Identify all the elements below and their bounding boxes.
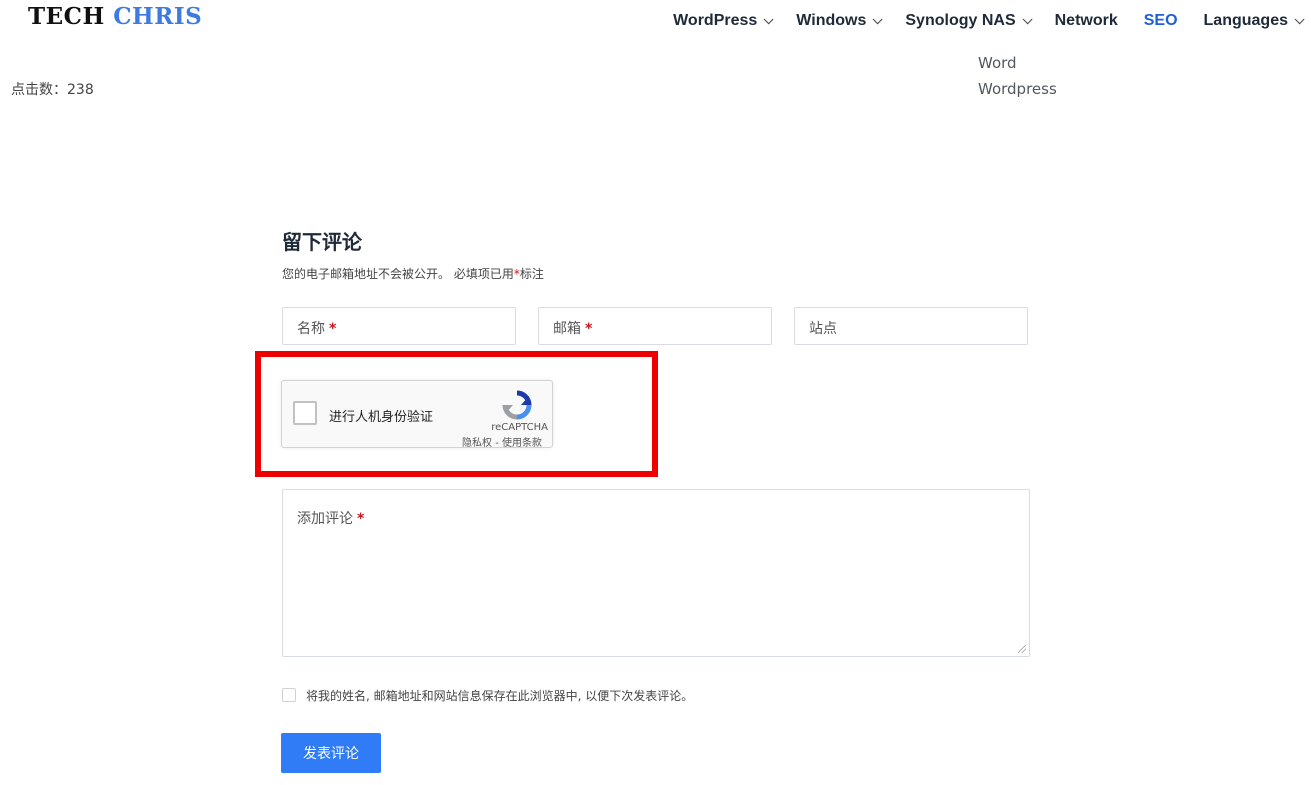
- comment-notes: 您的电子邮箱地址不会被公开。 必填项已用*标注: [282, 265, 544, 282]
- comment-textarea[interactable]: 添加评论 *: [282, 489, 1030, 657]
- email-field[interactable]: 邮箱 *: [538, 307, 772, 345]
- nav-item-wordpress[interactable]: WordPress: [673, 12, 774, 30]
- required-star: *: [585, 321, 593, 337]
- nav-item-network[interactable]: Network: [1055, 12, 1118, 30]
- required-star: *: [329, 321, 337, 337]
- recaptcha-highlight-box: [255, 351, 658, 477]
- notes-prefix: 您的电子邮箱地址不会被公开。 必填项已用: [282, 267, 514, 281]
- notes-suffix: 标注: [519, 267, 544, 281]
- save-info-label: 将我的姓名, 邮箱地址和网站信息保存在此浏览器中, 以便下次发表评论。: [306, 689, 694, 703]
- nav-item-languages[interactable]: Languages: [1203, 12, 1305, 30]
- nav-item-label: Synology NAS: [905, 12, 1016, 29]
- nav-item-label: SEO: [1143, 12, 1178, 29]
- tag-link-wordpress[interactable]: Wordpress: [978, 80, 1057, 98]
- name-placeholder: 名称: [297, 321, 325, 337]
- save-info-checkbox[interactable]: [282, 688, 296, 702]
- nav-item-label: WordPress: [673, 12, 758, 29]
- nav-item-windows[interactable]: Windows: [796, 12, 883, 30]
- nav-item-label: Languages: [1203, 12, 1288, 29]
- main-nav: WordPress Windows Synology NAS Network S…: [647, 12, 1305, 30]
- nav-item-label: Network: [1054, 12, 1118, 29]
- click-count: 点击数：238: [11, 82, 94, 98]
- nav-item-seo[interactable]: SEO: [1144, 12, 1178, 30]
- required-star: *: [357, 511, 365, 527]
- email-placeholder: 邮箱: [553, 321, 581, 337]
- tag-label: Word: [978, 54, 1017, 70]
- name-field[interactable]: 名称 *: [282, 307, 516, 345]
- logo-text-chris: CHRIS: [113, 3, 203, 30]
- chevron-down-icon: [1294, 13, 1305, 24]
- submit-comment-button[interactable]: 发表评论: [281, 733, 381, 773]
- chevron-down-icon: [873, 13, 883, 24]
- site-logo[interactable]: TECH CHRIS: [28, 3, 202, 30]
- nav-item-label: Windows: [796, 12, 867, 29]
- comment-form-title: 留下评论: [282, 230, 362, 254]
- logo-text-tech: TECH: [28, 3, 105, 30]
- website-field[interactable]: 站点: [794, 307, 1028, 345]
- comment-placeholder: 添加评论: [297, 511, 353, 527]
- tag-link-word[interactable]: Word: [978, 52, 1017, 70]
- chevron-down-icon: [1022, 13, 1033, 24]
- nav-item-synology-nas[interactable]: Synology NAS: [905, 12, 1033, 30]
- chevron-down-icon: [763, 13, 774, 24]
- website-placeholder: 站点: [809, 321, 837, 337]
- resize-handle-icon[interactable]: [1018, 645, 1026, 653]
